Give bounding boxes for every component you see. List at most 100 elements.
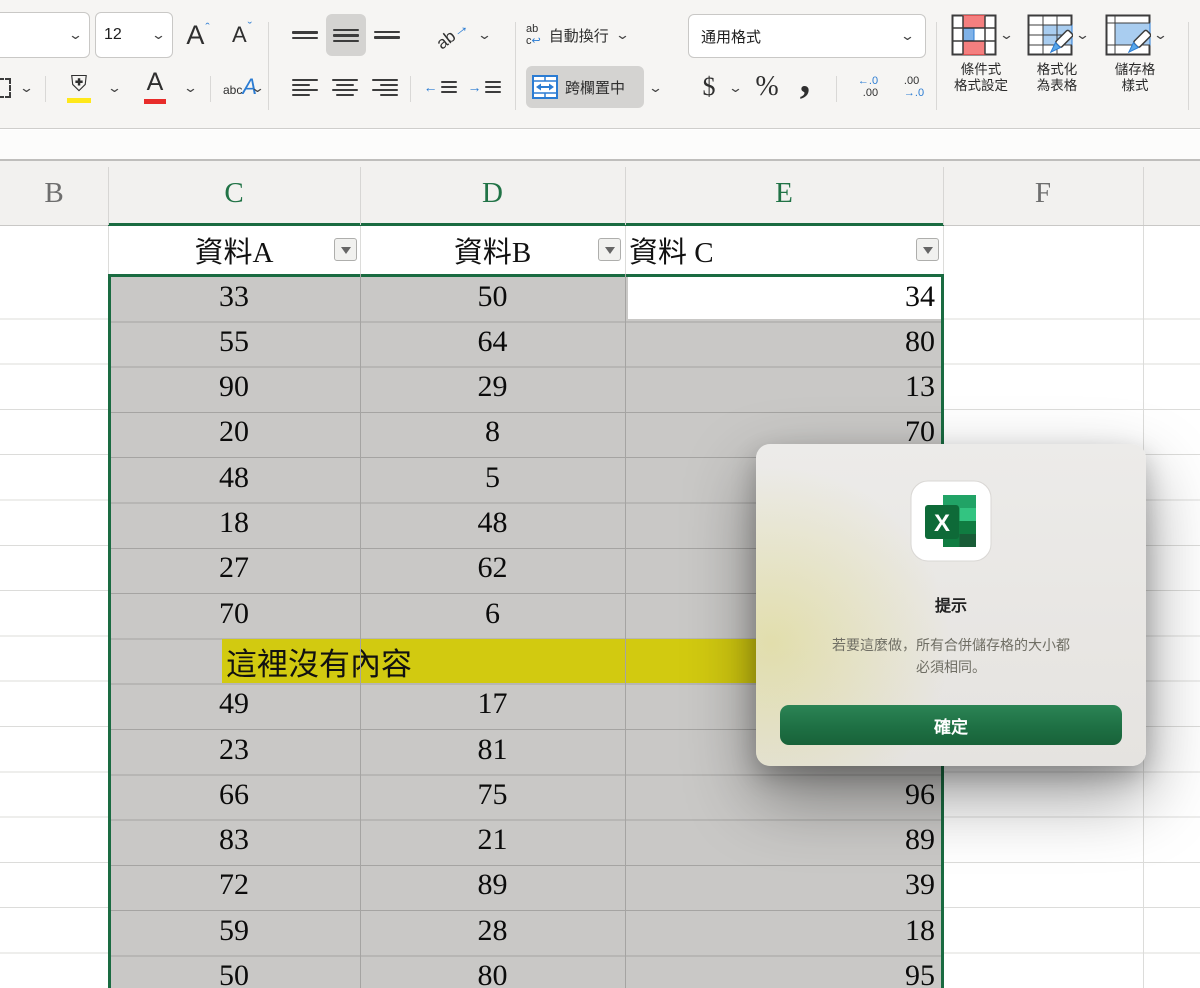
- cell-E-row1[interactable]: 34: [625, 274, 943, 319]
- cell-D-row12[interactable]: 75: [360, 772, 625, 817]
- percent-icon: %: [755, 71, 778, 103]
- align-center-button[interactable]: [328, 70, 362, 104]
- indent-lines-icon: [485, 81, 501, 93]
- cell-D-row3[interactable]: 29: [360, 365, 625, 410]
- orientation-button[interactable]: ab→ ⌄: [430, 14, 494, 56]
- cell-D-row6[interactable]: 48: [360, 501, 625, 546]
- align-left-button[interactable]: [288, 70, 322, 104]
- cell-D-row1[interactable]: 50: [360, 274, 625, 319]
- align-bottom-button[interactable]: [370, 18, 404, 52]
- decrease-indent-button[interactable]: ←: [420, 70, 460, 104]
- cell-E-row16[interactable]: 95: [625, 954, 943, 988]
- cell-C-row7[interactable]: 27: [108, 546, 360, 591]
- cell-D-row10[interactable]: 17: [360, 682, 625, 727]
- cell-C-row2[interactable]: 55: [108, 319, 360, 364]
- text-effects-dropdown[interactable]: ⌄: [246, 70, 268, 106]
- cell-C-row8[interactable]: 70: [108, 591, 360, 636]
- column-header-E[interactable]: E: [625, 161, 943, 226]
- column-header-B[interactable]: B: [0, 161, 108, 226]
- cell-D-row7[interactable]: 62: [360, 546, 625, 591]
- cell-E-row12[interactable]: 96: [625, 772, 943, 817]
- cell-D-row5[interactable]: 5: [360, 455, 625, 500]
- borders-dropdown[interactable]: ⌄: [14, 70, 38, 106]
- increase-font-size-button[interactable]: A ˆ: [178, 14, 218, 56]
- indent-lines-icon: [441, 81, 457, 93]
- table-header-D: 資料B: [360, 226, 625, 274]
- cell-D-row4[interactable]: 8: [360, 410, 625, 455]
- percent-format-button[interactable]: %: [748, 68, 786, 106]
- cell-C-row4[interactable]: 20: [108, 410, 360, 455]
- cell-E-row3[interactable]: 13: [625, 365, 943, 410]
- align-top-button[interactable]: [288, 18, 322, 52]
- chevron-down-icon: ⌄: [998, 27, 1013, 43]
- cell-D-row8[interactable]: 6: [360, 591, 625, 636]
- filter-triangle-icon: [341, 247, 351, 254]
- column-header-D[interactable]: D: [360, 161, 625, 226]
- button-label: 格式設定: [954, 78, 1008, 94]
- font-color-dropdown[interactable]: ⌄: [178, 70, 202, 106]
- button-label: 儲存格: [1115, 62, 1156, 78]
- separator: [410, 76, 411, 102]
- font-color-button[interactable]: A: [136, 66, 174, 108]
- cell-D-row16[interactable]: 80: [360, 954, 625, 988]
- cell-C-row13[interactable]: 83: [108, 818, 360, 863]
- cell-C-row10[interactable]: 49: [108, 682, 360, 727]
- font-size-select[interactable]: 12 ⌄: [95, 12, 173, 58]
- filter-dropdown-button[interactable]: [334, 238, 357, 261]
- align-right-icon: [372, 79, 398, 96]
- cell-D-row14[interactable]: 89: [360, 863, 625, 908]
- cell-D-row2[interactable]: 64: [360, 319, 625, 364]
- cell-C-row15[interactable]: 59: [108, 908, 360, 953]
- decrease-font-size-button[interactable]: A ˇ: [222, 14, 262, 56]
- conditional-formatting-button[interactable]: ⌄ 條件式 格式設定: [946, 14, 1016, 94]
- cell-E-row15[interactable]: 18: [625, 908, 943, 953]
- decrease-decimal-button[interactable]: ←.0.00: [846, 68, 890, 106]
- formula-bar-strip: [0, 130, 1200, 161]
- separator: [45, 76, 46, 102]
- cell-C-row1[interactable]: 33: [108, 274, 360, 319]
- chevron-down-icon: ⌄: [106, 80, 121, 96]
- cell-D-row13[interactable]: 21: [360, 818, 625, 863]
- cell-E-row14[interactable]: 39: [625, 863, 943, 908]
- cell-D-row15[interactable]: 28: [360, 908, 625, 953]
- filter-dropdown-button[interactable]: [598, 238, 621, 261]
- cell-E-row2[interactable]: 80: [625, 319, 943, 364]
- column-headers[interactable]: BCDEF: [0, 161, 1200, 226]
- column-header-C[interactable]: C: [108, 161, 360, 226]
- merge-center-dropdown[interactable]: ⌄: [644, 70, 666, 106]
- align-middle-button[interactable]: [326, 14, 366, 56]
- column-header-F[interactable]: F: [943, 161, 1143, 226]
- increase-decimal-button[interactable]: .00→.0: [892, 68, 936, 106]
- cell-C-row11[interactable]: 23: [108, 727, 360, 772]
- cell-styles-button[interactable]: ⌄ 儲存格 樣式: [1100, 14, 1170, 94]
- chevron-down-icon: ⌄: [476, 27, 491, 43]
- cell-C-row12[interactable]: 66: [108, 772, 360, 817]
- currency-format-dropdown[interactable]: ⌄: [724, 72, 746, 104]
- ok-button[interactable]: 確定: [780, 705, 1122, 745]
- cell-C-row14[interactable]: 72: [108, 863, 360, 908]
- cell-C-row6[interactable]: 18: [108, 501, 360, 546]
- merge-center-button[interactable]: 跨欄置中: [526, 66, 644, 108]
- align-right-button[interactable]: [368, 70, 402, 104]
- font-name-select[interactable]: ⌄: [0, 12, 90, 58]
- dialog-message: 若要這麼做，所有合併儲存格的大小都必須相同。: [756, 634, 1146, 679]
- align-middle-icon: [333, 29, 359, 42]
- fill-color-button[interactable]: ⛨: [58, 66, 100, 108]
- increase-indent-button[interactable]: →: [464, 70, 504, 104]
- cell-C-row16[interactable]: 50: [108, 954, 360, 988]
- comma-format-button[interactable]: ,: [792, 60, 818, 98]
- currency-format-button[interactable]: $: [694, 68, 724, 106]
- align-top-icon: [292, 31, 318, 39]
- fill-color-dropdown[interactable]: ⌄: [102, 70, 126, 106]
- cell-E-row13[interactable]: 89: [625, 818, 943, 863]
- cell-C-row5[interactable]: 48: [108, 455, 360, 500]
- cell-D-row11[interactable]: 81: [360, 727, 625, 772]
- chevron-down-icon: ⌄: [727, 80, 742, 96]
- number-format-select[interactable]: 通用格式 ⌄: [688, 14, 926, 58]
- cell-C-row3[interactable]: 90: [108, 365, 360, 410]
- format-as-table-button[interactable]: ⌄ 格式化 為表格: [1022, 14, 1092, 94]
- filter-dropdown-button[interactable]: [916, 238, 939, 261]
- wrap-text-button[interactable]: abc↩ 自動換行 ⌄: [526, 16, 662, 54]
- svg-text:X: X: [934, 510, 950, 537]
- column-divider: [943, 226, 944, 274]
